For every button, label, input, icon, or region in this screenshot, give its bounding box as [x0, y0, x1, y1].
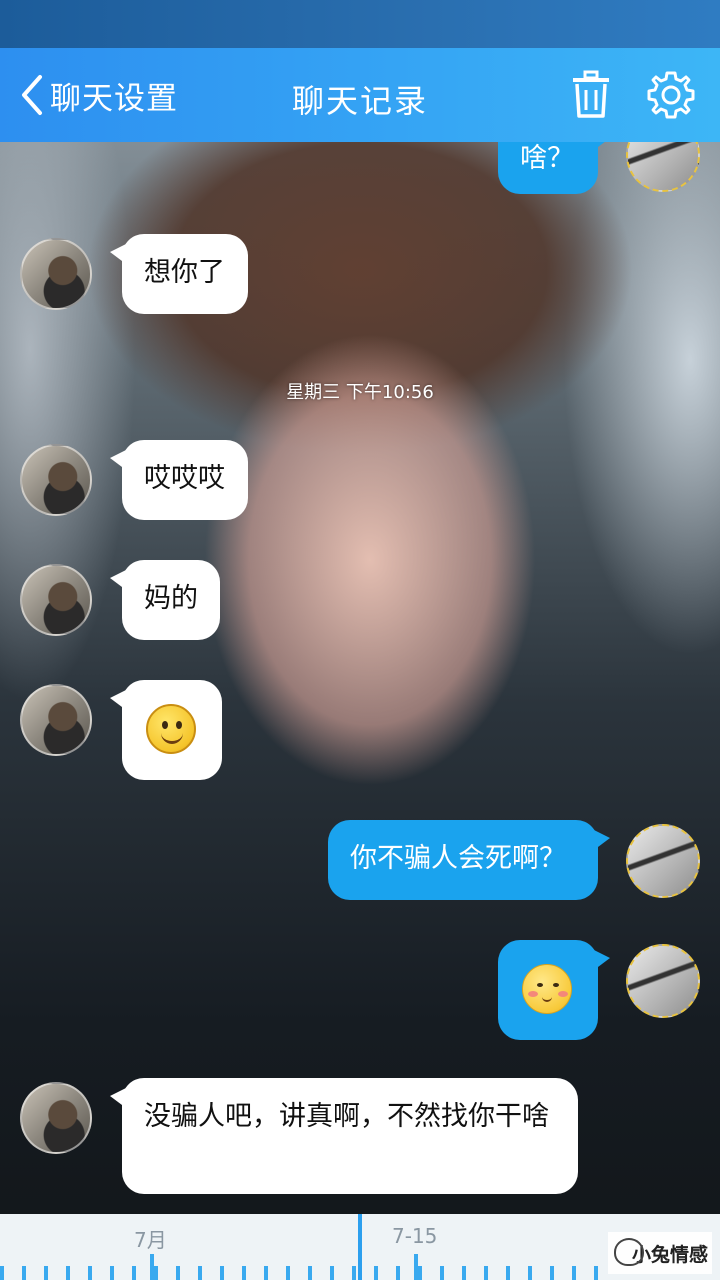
my-avatar[interactable]: [626, 944, 700, 1018]
message-text: 哎哎哎: [144, 463, 225, 494]
timeline-major-tick: [414, 1254, 418, 1280]
delete-button[interactable]: [564, 68, 618, 122]
timeline-ticks: [0, 1266, 600, 1280]
message-text: 啥？: [520, 143, 574, 174]
friend-avatar[interactable]: [20, 238, 92, 310]
watermark-logo: 小兔情感: [608, 1232, 712, 1274]
message-bubble-outgoing[interactable]: [498, 940, 610, 1040]
message-bubble-incoming[interactable]: 妈的: [110, 560, 220, 640]
friend-avatar[interactable]: [20, 1082, 92, 1154]
status-bar: [0, 0, 720, 48]
message-bubble-outgoing[interactable]: 啥？: [498, 142, 610, 194]
message-bubble-incoming[interactable]: 哎哎哎: [110, 440, 248, 520]
timeline-cursor[interactable]: [358, 1214, 362, 1280]
message-bubble-incoming[interactable]: 想你了: [110, 234, 248, 314]
trash-icon: [573, 70, 609, 118]
timeline-date-label: 7-15: [392, 1224, 438, 1248]
message-text: 你不骗人会死啊？: [350, 843, 566, 874]
message-timestamp: 星期三 下午10:56: [286, 382, 434, 403]
gear-icon: [647, 71, 695, 119]
friend-avatar[interactable]: [20, 444, 92, 516]
blush-emoji-icon: [522, 964, 572, 1014]
smile-emoji-icon: [146, 704, 196, 754]
timeline-month-label: 7月: [134, 1228, 167, 1252]
chat-history[interactable]: 啥？ 想你了 星期三 下午10:56 哎哎哎 妈的 你不骗人会死啊？ 没骗人吧，…: [0, 142, 720, 1214]
my-avatar[interactable]: [626, 824, 700, 898]
friend-avatar[interactable]: [20, 684, 92, 756]
top-navigation-bar: 聊天设置 聊天记录: [0, 48, 720, 142]
message-text: 没骗人吧，讲真啊，不然找你干啥: [144, 1101, 549, 1132]
message-bubble-incoming[interactable]: 没骗人吧，讲真啊，不然找你干啥: [110, 1078, 578, 1194]
watermark-rabbit-icon: [614, 1238, 644, 1266]
message-bubble-incoming[interactable]: [110, 680, 222, 780]
my-avatar[interactable]: [626, 142, 700, 192]
message-bubble-outgoing[interactable]: 你不骗人会死啊？: [328, 820, 610, 900]
friend-avatar[interactable]: [20, 564, 92, 636]
timeline-major-tick: [150, 1254, 154, 1280]
message-text: 妈的: [144, 583, 198, 614]
message-text: 想你了: [144, 257, 225, 288]
settings-button[interactable]: [644, 68, 698, 122]
